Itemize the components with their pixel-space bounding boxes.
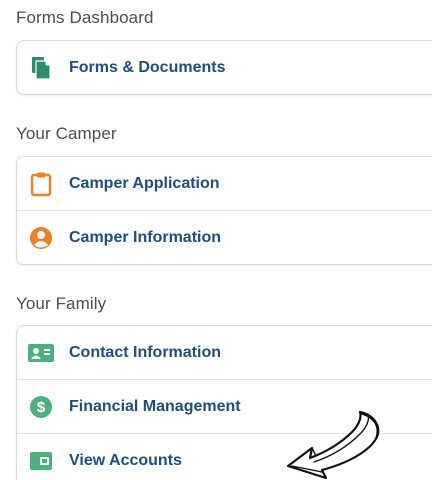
page-title: Forms Dashboard <box>16 8 154 27</box>
contact-information-item[interactable]: Contact Information <box>17 326 432 379</box>
forms-documents-item[interactable]: Forms & Documents <box>17 41 432 94</box>
section-title-family: Your Family <box>16 294 107 313</box>
camper-information-label: Camper Information <box>69 228 222 246</box>
contact-information-label: Contact Information <box>69 343 221 361</box>
forms-documents-label: Forms & Documents <box>69 58 226 76</box>
clipboard-icon <box>28 171 54 197</box>
camper-card: Camper Application Camper Information <box>16 156 432 265</box>
camper-application-label: Camper Application <box>69 174 220 192</box>
person-icon <box>28 225 54 251</box>
view-accounts-label: View Accounts <box>69 451 182 469</box>
financial-management-label: Financial Management <box>69 397 241 415</box>
section-title-camper: Your Camper <box>16 124 117 143</box>
svg-text:$: $ <box>37 399 46 416</box>
forms-card: Forms & Documents <box>16 40 432 95</box>
wallet-icon <box>28 448 54 474</box>
pointer-arrow-icon <box>286 410 380 480</box>
camper-information-item[interactable]: Camper Information <box>17 210 432 264</box>
dollar-icon: $ <box>28 394 54 420</box>
documents-icon <box>28 55 54 81</box>
camper-application-item[interactable]: Camper Application <box>17 157 432 210</box>
forms-dashboard-page: Forms Dashboard Forms & Documents Your C… <box>0 0 432 480</box>
contact-card-icon <box>28 340 54 366</box>
